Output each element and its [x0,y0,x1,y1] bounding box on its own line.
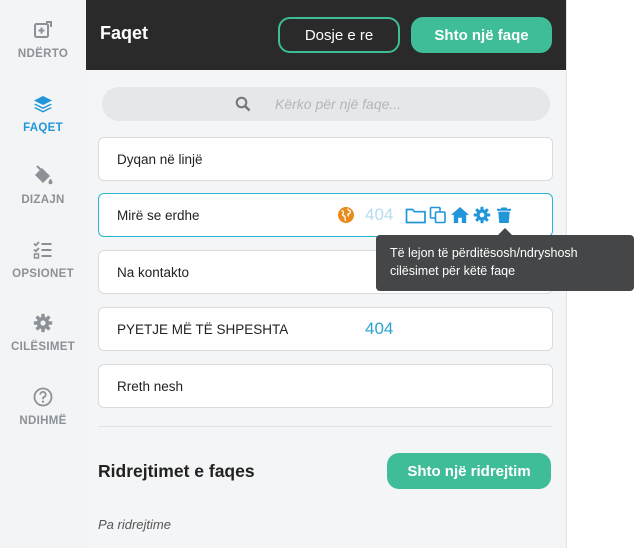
page-row[interactable]: PYETJE MË TË SHPESHTA 404 [98,307,553,351]
tooltip-text: Të lejon të përditësosh/ndryshosh cilësi… [390,246,578,278]
rail-item-label: OPSIONET [12,268,74,280]
page-name: Na kontakto [117,265,190,280]
page-row-tools [335,204,515,226]
left-rail: NDËRTO FAQET DIZAJN OPSIONET CILËSIMET N… [0,0,86,548]
paint-bucket-icon [32,165,54,187]
add-page-button[interactable]: Shto një faqe [411,17,552,53]
add-redirect-button[interactable]: Shto një ridrejtim [387,453,551,489]
plus-square-icon [32,19,54,41]
new-folder-button[interactable]: Dosje e re [278,17,400,53]
home-icon[interactable] [449,204,471,226]
copy-icon[interactable] [427,204,449,226]
panel-header: Faqet Dosje e re Shto një faqe [86,0,566,70]
page-name: PYETJE MË TË SHPESHTA [117,322,289,337]
rail-item-design[interactable]: DIZAJN [0,165,86,206]
page-row[interactable]: Mirë se erdhe 404 [98,193,553,237]
search-icon [235,96,251,117]
page-row[interactable]: Dyqan në linjë [98,137,553,181]
page-name: Dyqan në linjë [117,152,203,167]
help-circle-icon [32,386,54,408]
rail-item-options[interactable]: OPSIONET [0,239,86,280]
rail-item-settings[interactable]: CILËSIMET [0,312,86,353]
rail-item-label: NDËRTO [17,48,69,60]
page-name: Rreth nesh [117,379,184,394]
globe-icon[interactable] [335,204,357,226]
rail-item-pages[interactable]: FAQET [0,93,86,134]
trash-icon[interactable] [493,204,515,226]
checklist-icon [32,239,54,261]
search-placeholder: Kërko për një faqe... [275,96,402,112]
rail-item-label: DIZAJN [21,194,65,206]
rail-item-build[interactable]: NDËRTO [0,19,86,60]
page-name: Mirë se erdhe [117,208,200,223]
redirects-title: Ridrejtimet e faqes [98,461,255,481]
gear-icon[interactable] [471,204,493,226]
status-code: 404 [365,319,394,338]
rail-item-help[interactable]: NDIHMË [0,386,86,427]
settings-tooltip: Të lejon të përditësosh/ndryshosh cilësi… [376,228,634,291]
redirects-empty-note: Pa ridrejtime [98,517,171,532]
rail-item-label: NDIHMË [19,415,67,427]
page-row[interactable]: Rreth nesh [98,364,553,408]
rail-item-label: FAQET [23,122,63,134]
rail-item-label: CILËSIMET [10,341,76,353]
page-title: Faqet [100,23,149,43]
tooltip-arrow [498,228,512,235]
layers-icon [32,93,54,115]
gear-icon [32,312,54,334]
search-input[interactable]: Kërko për një faqe... [102,87,550,121]
divider [98,426,553,427]
folder-icon[interactable] [405,204,427,226]
